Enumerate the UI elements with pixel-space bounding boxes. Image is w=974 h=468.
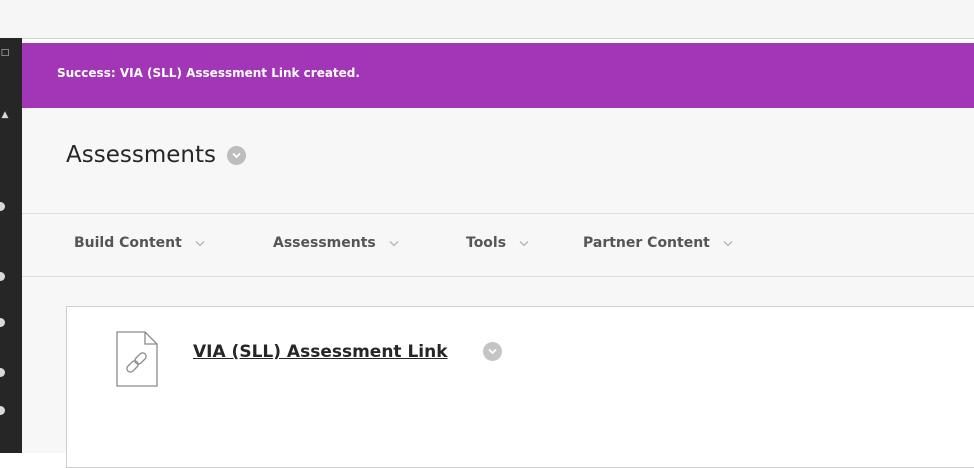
- content-item-options-icon[interactable]: [483, 342, 502, 361]
- chevron-down-icon: [519, 235, 529, 251]
- top-strip: [0, 0, 974, 39]
- assessments-menu[interactable]: Assessments: [273, 235, 399, 251]
- rail-square-icon[interactable]: □: [0, 48, 10, 58]
- rail-dot-icon[interactable]: [0, 272, 5, 281]
- build-content-menu[interactable]: Build Content: [74, 235, 205, 251]
- page-title-options-icon[interactable]: [227, 145, 247, 165]
- chevron-down-icon: [723, 235, 733, 251]
- rail-dot-icon[interactable]: [0, 406, 5, 415]
- rail-home-icon[interactable]: ▲: [0, 110, 10, 120]
- rail-dot-icon[interactable]: [0, 202, 5, 211]
- rail-dot-icon[interactable]: [0, 318, 5, 327]
- success-message: Success: VIA (SLL) Assessment Link creat…: [57, 66, 360, 80]
- partner-content-menu[interactable]: Partner Content: [583, 235, 733, 251]
- tools-label: Tools: [466, 235, 507, 251]
- page-title-row: Assessments: [66, 142, 247, 174]
- assessments-label: Assessments: [273, 235, 376, 251]
- content-item-link[interactable]: VIA (SLL) Assessment Link: [193, 342, 448, 362]
- tools-menu[interactable]: Tools: [466, 235, 529, 251]
- page-title: Assessments: [66, 142, 216, 168]
- partner-content-label: Partner Content: [583, 235, 710, 251]
- rail-dot-icon[interactable]: [0, 368, 5, 377]
- link-file-icon: [115, 330, 159, 388]
- build-content-label: Build Content: [74, 235, 182, 251]
- success-banner: Success: VIA (SLL) Assessment Link creat…: [22, 43, 974, 108]
- divider: [22, 276, 974, 277]
- chevron-down-icon: [389, 235, 399, 251]
- content-item-card: [66, 306, 974, 468]
- left-rail: □ ▲: [0, 38, 22, 453]
- chevron-down-icon: [195, 235, 205, 251]
